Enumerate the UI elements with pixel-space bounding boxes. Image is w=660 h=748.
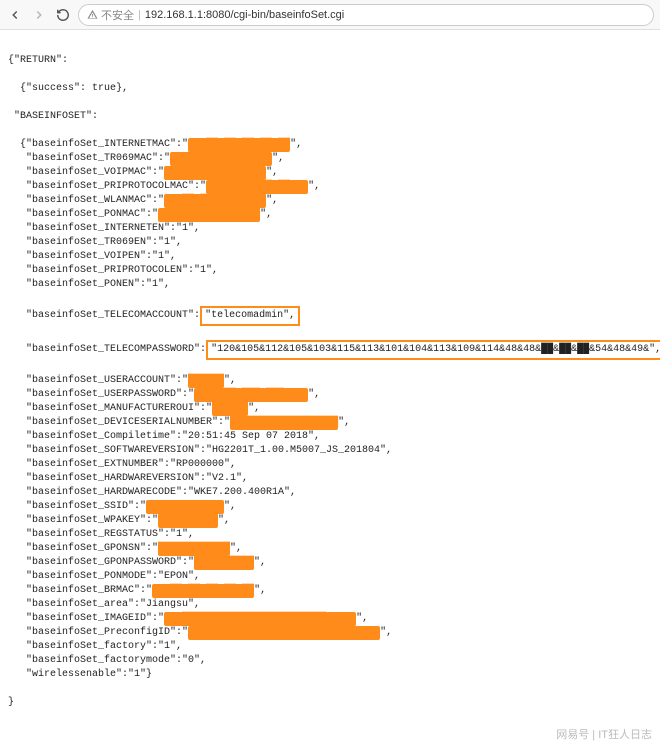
json-row: "baseinfoSet_PRIPROTOCOLMAC":"74:██:██:█… [8, 180, 652, 194]
json-row: "baseinfoSet_PONMAC":"74:██:██:██:██:██"… [8, 208, 652, 222]
warning-icon [87, 9, 98, 20]
json-row: "baseinfoSet_TR069EN":"1", [8, 236, 652, 250]
json-row: "baseinfoSet_EXTNUMBER":"RP000000", [8, 458, 652, 472]
json-row: "baseinfoSet_VOIPEN":"1", [8, 250, 652, 264]
json-row: "baseinfoSet_PreconfigID":"df85█████████… [8, 626, 652, 640]
json-row: "baseinfoSet_DEVICESERIALNUMBER":"██████… [8, 416, 652, 430]
json-row: "baseinfoSet_WLANMAC":"74:██:██:██:██:██… [8, 194, 652, 208]
json-row: "wirelessenable":"1"} [8, 668, 652, 682]
watermark: 网易号 | IT狂人日志 [556, 728, 652, 742]
forward-icon[interactable] [30, 6, 48, 24]
json-row: "baseinfoSet_REGSTATUS":"1", [8, 528, 652, 542]
reload-icon[interactable] [54, 6, 72, 24]
url-text: 192.168.1.1:8080/cgi-bin/baseinfoSet.cgi [145, 9, 344, 21]
json-row: "baseinfoSet_PRIPROTOCOLEN":"1", [8, 264, 652, 278]
json-row: "baseinfoSet_GPONPASSWORD":"██████████", [8, 556, 652, 570]
browser-toolbar: 不安全 | 192.168.1.1:8080/cgi-bin/baseinfoS… [0, 0, 660, 30]
json-row: "baseinfoSet_HARDWARECODE":"WKE7.200.400… [8, 486, 652, 500]
json-row: "baseinfoSet_HARDWAREVERSION":"V2.1", [8, 472, 652, 486]
json-row: "baseinfoSet_factorymode":"0", [8, 654, 652, 668]
json-row: "baseinfoSet_MANUFACTUREROUI":"██████", [8, 402, 652, 416]
separator: | [138, 9, 141, 21]
json-row: "baseinfoSet_factory":"1", [8, 640, 652, 654]
json-row: "baseinfoSet_WPAKEY":"██████████", [8, 514, 652, 528]
json-row: "baseinfoSet_GPONSN":"████████████", [8, 542, 652, 556]
json-row: "baseinfoSet_USERPASSWORD":"117&███&███&… [8, 388, 652, 402]
json-row: "baseinfoSet_SSID":"ChinaNet-HCIT", [8, 500, 652, 514]
back-icon[interactable] [6, 6, 24, 24]
address-bar[interactable]: 不安全 | 192.168.1.1:8080/cgi-bin/baseinfoS… [78, 4, 654, 26]
json-row: "baseinfoSet_IMAGEID":"c0e██████████████… [8, 612, 652, 626]
json-row: {"baseinfoSet_INTERNETMAC":"74:██:██:██:… [8, 138, 652, 152]
json-row: "baseinfoSet_TR069MAC":"74:██:██:██:██:4… [8, 152, 652, 166]
json-row: "baseinfoSet_PONMODE":"EPON", [8, 570, 652, 584]
json-row: "baseinfoSet_SOFTWAREVERSION":"HG2201T_1… [8, 444, 652, 458]
json-row: "baseinfoSet_PONEN":"1", [8, 278, 652, 292]
json-row: "baseinfoSet_Compiletime":"20:51:45 Sep … [8, 430, 652, 444]
insecure-text: 不安全 [101, 7, 134, 23]
json-row: "baseinfoSet_BRMAC":"74:██:██:██:██:██", [8, 584, 652, 598]
response-body: {"RETURN": {"success": true}, "BASEINFOS… [0, 30, 660, 748]
json-row: "baseinfoSet_INTERNETEN":"1", [8, 222, 652, 236]
json-row: "baseinfoSet_VOIPMAC":"74:██:██:██:██:42… [8, 166, 652, 180]
insecure-badge: 不安全 [87, 7, 134, 23]
json-row: "baseinfoSet_area":"Jiangsu", [8, 598, 652, 612]
json-row: "baseinfoSet_USERACCOUNT":"██████", [8, 374, 652, 388]
